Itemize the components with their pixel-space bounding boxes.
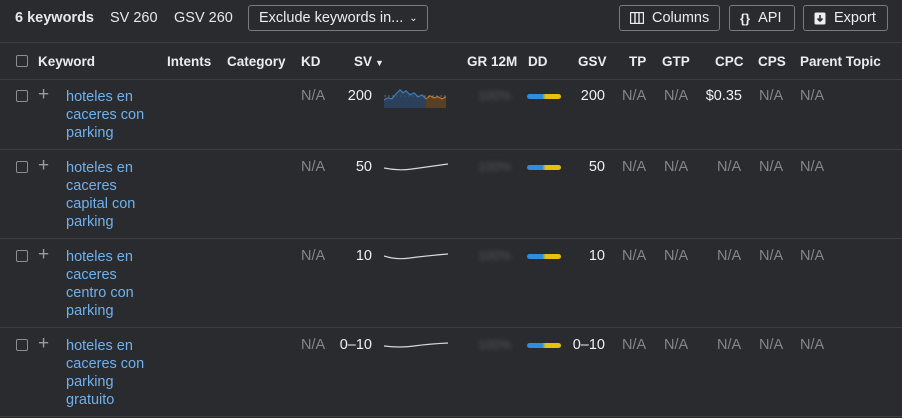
parent-topic-value[interactable]: N/A (800, 248, 824, 264)
exclude-keywords-dropdown[interactable]: Exclude keywords in... ⌄ (248, 5, 428, 31)
table-row: + hoteles en caceres capital con parking… (0, 150, 902, 239)
plus-icon[interactable]: + (38, 85, 49, 104)
sort-down-icon: ▼ (375, 58, 384, 68)
cpc-value: N/A (717, 248, 742, 264)
tp-value: N/A (622, 159, 647, 175)
table-row: + hoteles en caceres centro con parking … (0, 239, 902, 328)
sv-value: 0–10 (339, 337, 372, 353)
growth-value: 100% (478, 248, 512, 263)
gtp-value: N/A (664, 159, 689, 175)
table-row: + hoteles en caceres con parking N/A 200… (0, 79, 902, 150)
cps-value: N/A (759, 88, 784, 104)
sv-value: 50 (355, 159, 372, 175)
cpc-value: N/A (717, 337, 742, 353)
keyword-link[interactable]: hoteles en caceres capital con parking (66, 159, 158, 231)
export-label: Export (834, 10, 876, 26)
difficulty-bar (527, 94, 561, 99)
tp-value: N/A (622, 337, 647, 353)
kd-value: N/A (301, 159, 326, 175)
total-gsv: GSV 260 (174, 10, 233, 26)
row-checkbox[interactable] (16, 90, 28, 102)
table-row: + hoteles en caceres con parking gratuit… (0, 328, 902, 417)
col-gsv[interactable]: GSV (578, 54, 607, 69)
gsv-value: 10 (588, 248, 605, 264)
col-kd[interactable]: KD (301, 54, 321, 69)
table-header: Keyword Intents Category KD SV ▼ GR 12M D… (0, 42, 902, 80)
gtp-value: N/A (664, 337, 689, 353)
keyword-count: 6 keywords (15, 10, 94, 26)
cpc-value: $0.35 (705, 88, 742, 104)
gsv-value: 0–10 (572, 337, 605, 353)
cps-value: N/A (759, 159, 784, 175)
difficulty-bar (527, 254, 561, 259)
keyword-link[interactable]: hoteles en caceres con parking (66, 88, 158, 142)
col-gtp[interactable]: GTP (662, 54, 690, 69)
growth-value: 100% (478, 337, 512, 352)
tp-value: N/A (622, 248, 647, 264)
col-sv-label: SV (354, 54, 373, 69)
kd-value: N/A (301, 248, 326, 264)
api-label: API (758, 10, 782, 26)
cps-value: N/A (759, 248, 784, 264)
sv-value: 200 (347, 88, 372, 104)
cpc-value: N/A (717, 159, 742, 175)
download-icon (814, 12, 826, 25)
gtp-value: N/A (664, 88, 689, 104)
keyword-link[interactable]: hoteles en caceres centro con parking (66, 248, 158, 320)
col-cpc[interactable]: CPC (715, 54, 744, 69)
col-category[interactable]: Category (227, 54, 286, 69)
col-intents[interactable]: Intents (167, 54, 211, 69)
export-button[interactable]: Export (803, 5, 888, 31)
select-all-checkbox[interactable] (16, 55, 28, 67)
gsv-value: 200 (580, 88, 605, 104)
tp-value: N/A (622, 88, 647, 104)
keyword-link[interactable]: hoteles en caceres con parking gratuito (66, 337, 158, 409)
trend-sparkline (384, 253, 449, 260)
growth-value: 100% (478, 88, 512, 103)
col-tp[interactable]: TP (629, 54, 646, 69)
difficulty-bar (527, 343, 561, 348)
parent-topic-value[interactable]: N/A (800, 337, 824, 353)
plus-icon[interactable]: + (38, 156, 49, 175)
row-checkbox[interactable] (16, 161, 28, 173)
braces-icon: {} (740, 10, 751, 26)
cps-value: N/A (759, 337, 784, 353)
sv-value: 10 (355, 248, 372, 264)
plus-icon[interactable]: + (38, 334, 49, 353)
trend-sparkline (384, 89, 448, 108)
chevron-down-icon: ⌄ (409, 12, 418, 24)
columns-label: Columns (652, 10, 710, 26)
gtp-value: N/A (664, 248, 689, 264)
toolbar: 6 keywords SV 260 GSV 260 Exclude keywor… (0, 0, 902, 40)
parent-topic-value[interactable]: N/A (800, 88, 824, 104)
parent-topic-value[interactable]: N/A (800, 159, 824, 175)
col-dd[interactable]: DD (528, 54, 548, 69)
col-parent-topic[interactable]: Parent Topic (800, 54, 881, 69)
row-checkbox[interactable] (16, 339, 28, 351)
col-gr12m[interactable]: GR 12M (467, 54, 517, 69)
difficulty-bar (527, 165, 561, 170)
col-keyword[interactable]: Keyword (38, 54, 95, 69)
growth-value: 100% (478, 159, 512, 174)
total-sv: SV 260 (110, 10, 158, 26)
plus-icon[interactable]: + (38, 245, 49, 264)
kd-value: N/A (301, 337, 326, 353)
row-checkbox[interactable] (16, 250, 28, 262)
col-cps[interactable]: CPS (758, 54, 786, 69)
columns-icon (630, 12, 644, 24)
api-button[interactable]: {} API (729, 5, 795, 31)
trend-sparkline (384, 342, 449, 348)
gsv-value: 50 (588, 159, 605, 175)
kd-value: N/A (301, 88, 326, 104)
trend-sparkline (384, 163, 449, 171)
exclude-label: Exclude keywords in... (259, 10, 404, 26)
columns-button[interactable]: Columns (619, 5, 720, 31)
col-sv[interactable]: SV ▼ (354, 54, 384, 69)
